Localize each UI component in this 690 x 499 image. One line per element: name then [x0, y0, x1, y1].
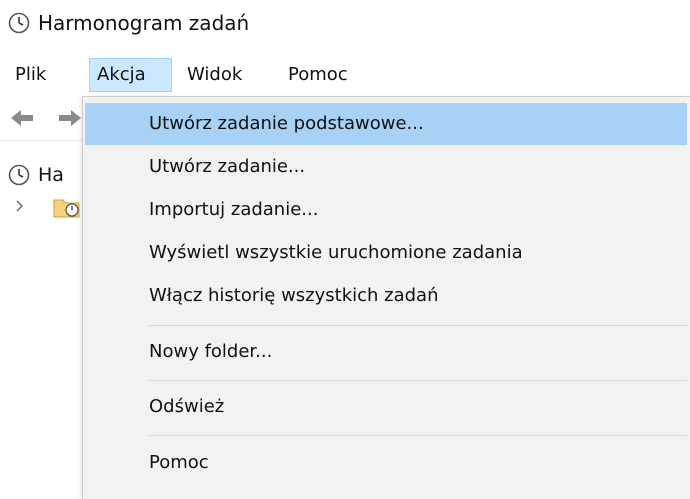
menu-item-create-basic-task[interactable]: Utwórz zadanie podstawowe... — [85, 103, 687, 145]
back-arrow-icon[interactable] — [10, 108, 34, 128]
menu-item-new-folder[interactable]: Nowy folder... — [85, 331, 687, 373]
window-title: Harmonogram zadań — [38, 11, 250, 35]
tree-root-label: Ha — [38, 164, 64, 186]
menu-pomoc[interactable]: Pomoc — [281, 58, 369, 92]
menu-akcja[interactable]: Akcja — [89, 58, 172, 92]
menu-separator — [149, 435, 687, 436]
menu-item-refresh[interactable]: Odśwież — [85, 386, 687, 428]
clock-icon — [8, 12, 30, 34]
menu-item-help[interactable]: Pomoc — [85, 442, 687, 484]
chevron-right-icon[interactable] — [12, 198, 28, 214]
action-dropdown-menu: Utwórz zadanie podstawowe... Utwórz zada… — [82, 96, 690, 499]
menu-item-import-task[interactable]: Importuj zadanie... — [85, 189, 687, 231]
menu-separator — [149, 325, 687, 326]
menu-item-enable-history[interactable]: Włącz historię wszystkich zadań — [85, 275, 687, 317]
clock-icon — [8, 164, 30, 186]
menu-widok[interactable]: Widok — [180, 58, 264, 92]
menu-item-show-running-tasks[interactable]: Wyświetl wszystkie uruchomione zadania — [85, 232, 687, 274]
folder-clock-icon — [53, 199, 80, 218]
title-bar: Harmonogram zadań — [0, 0, 690, 56]
menu-separator — [149, 380, 687, 381]
menu-item-create-task[interactable]: Utwórz zadanie... — [85, 146, 687, 188]
menu-bar: Plik Akcja Widok Pomoc — [0, 56, 690, 96]
task-scheduler-window: Harmonogram zadań Plik Akcja Widok Pomoc… — [0, 0, 690, 499]
forward-arrow-icon[interactable] — [58, 108, 82, 128]
menu-plik[interactable]: Plik — [8, 58, 62, 92]
